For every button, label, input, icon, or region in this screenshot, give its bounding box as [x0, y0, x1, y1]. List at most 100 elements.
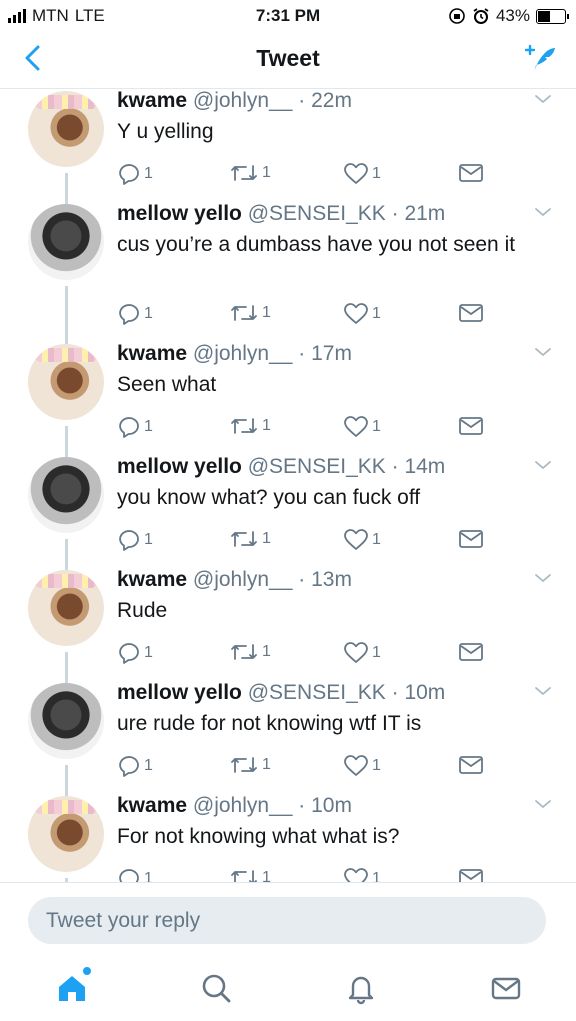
reply-count: 1 [144, 644, 153, 661]
retweet-button[interactable]: 1 [229, 302, 271, 324]
tweet-item[interactable]: mellow yello @SENSEI_KK · 21m cus you’re … [0, 202, 576, 344]
chevron-down-icon[interactable] [534, 572, 552, 584]
retweet-button[interactable]: 1 [229, 641, 271, 663]
reply-button[interactable]: 1 [117, 754, 153, 778]
reply-button[interactable]: 1 [117, 867, 153, 882]
notifications-icon [348, 976, 374, 1005]
like-count: 1 [372, 870, 381, 882]
like-button[interactable]: 1 [343, 162, 381, 186]
author-handle[interactable]: @johlyn__ [193, 89, 293, 112]
like-button[interactable]: 1 [343, 641, 381, 665]
messages-icon [491, 977, 521, 1000]
tweet-text: Y u yelling [117, 120, 214, 143]
envelope-icon [458, 754, 484, 776]
compose-tweet-icon[interactable] [522, 41, 558, 77]
chevron-down-icon[interactable] [534, 459, 552, 471]
envelope-icon [458, 162, 484, 184]
separator-dot: · [292, 794, 312, 817]
retweet-count: 1 [262, 417, 271, 434]
chevron-down-icon[interactable] [534, 346, 552, 358]
author-handle[interactable]: @SENSEI_KK [248, 202, 386, 225]
tweet-actions: 1 1 1 [117, 415, 497, 441]
author-handle[interactable]: @johlyn__ [193, 342, 293, 365]
reply-button[interactable]: 1 [117, 415, 153, 439]
retweet-button[interactable]: 1 [229, 754, 271, 776]
author-name[interactable]: mellow yello [117, 681, 242, 704]
tweet-actions: 1 1 1 [117, 867, 497, 882]
like-count: 1 [372, 531, 381, 548]
chevron-down-icon[interactable] [534, 206, 552, 218]
direct-message-button[interactable] [458, 302, 484, 324]
like-button[interactable]: 1 [343, 867, 381, 882]
like-count: 1 [372, 757, 381, 774]
author-name[interactable]: kwame [117, 568, 187, 591]
author-handle[interactable]: @SENSEI_KK [248, 455, 386, 478]
reply-input[interactable]: Tweet your reply [28, 897, 546, 944]
author-name[interactable]: mellow yello [117, 455, 242, 478]
tab-notifications[interactable] [344, 971, 378, 1005]
like-button[interactable]: 1 [343, 415, 381, 439]
avatar[interactable] [28, 570, 104, 646]
direct-message-button[interactable] [458, 415, 484, 437]
author-handle[interactable]: @SENSEI_KK [248, 681, 386, 704]
avatar[interactable] [28, 683, 104, 759]
tweet-actions: 1 1 1 [117, 641, 497, 667]
tweet-header: mellow yello @SENSEI_KK · 14m [117, 455, 445, 479]
chevron-down-icon[interactable] [534, 685, 552, 697]
like-button[interactable]: 1 [343, 754, 381, 778]
author-name[interactable]: kwame [117, 89, 187, 112]
avatar[interactable] [28, 457, 104, 533]
retweet-button[interactable]: 1 [229, 867, 271, 882]
direct-message-button[interactable] [458, 867, 484, 882]
reply-button[interactable]: 1 [117, 528, 153, 552]
tab-messages[interactable] [489, 971, 523, 1005]
tweet-item[interactable]: kwame @johlyn__ · 22m Y u yelling 1 1 1 [0, 89, 576, 204]
tab-home[interactable] [55, 967, 91, 1005]
avatar[interactable] [28, 796, 104, 872]
retweet-count: 1 [262, 643, 271, 660]
heart-icon [343, 302, 369, 326]
tweet-item[interactable]: mellow yello @SENSEI_KK · 14m you know wh… [0, 455, 576, 570]
separator-dot: · [292, 568, 312, 591]
author-name[interactable]: kwame [117, 794, 187, 817]
envelope-icon [458, 415, 484, 437]
separator-dot: · [292, 342, 312, 365]
chevron-down-icon[interactable] [534, 93, 552, 105]
tweet-item[interactable]: kwame @johlyn__ · 13m Rude 1 1 1 [0, 568, 576, 683]
tab-search[interactable] [199, 971, 233, 1005]
chevron-down-icon[interactable] [534, 798, 552, 810]
heart-icon [343, 867, 369, 882]
like-button[interactable]: 1 [343, 528, 381, 552]
author-name[interactable]: kwame [117, 342, 187, 365]
tweet-time: 14m [404, 455, 446, 478]
retweet-button[interactable]: 1 [229, 528, 271, 550]
retweet-icon [229, 528, 259, 550]
retweet-button[interactable]: 1 [229, 415, 271, 437]
avatar[interactable] [28, 344, 104, 420]
reply-button[interactable]: 1 [117, 302, 153, 326]
author-name[interactable]: mellow yello [117, 202, 242, 225]
author-handle[interactable]: @johlyn__ [193, 568, 293, 591]
heart-icon [343, 162, 369, 186]
direct-message-button[interactable] [458, 162, 484, 184]
reply-icon [117, 754, 141, 778]
direct-message-button[interactable] [458, 754, 484, 776]
tweet-item[interactable]: mellow yello @SENSEI_KK · 10m ure rude fo… [0, 681, 576, 796]
like-count: 1 [372, 305, 381, 322]
reply-button[interactable]: 1 [117, 162, 153, 186]
avatar[interactable] [28, 204, 104, 280]
avatar[interactable] [28, 91, 104, 167]
retweet-count: 1 [262, 756, 271, 773]
reply-count: 1 [144, 165, 153, 182]
tweet-item[interactable]: kwame @johlyn__ · 10m For not knowing wha… [0, 794, 576, 882]
separator-dot: · [292, 89, 312, 112]
retweet-button[interactable]: 1 [229, 162, 271, 184]
like-button[interactable]: 1 [343, 302, 381, 326]
tweet-item[interactable]: kwame @johlyn__ · 17m Seen what 1 1 1 [0, 342, 576, 457]
author-handle[interactable]: @johlyn__ [193, 794, 293, 817]
direct-message-button[interactable] [458, 641, 484, 663]
envelope-icon [458, 302, 484, 324]
reply-button[interactable]: 1 [117, 641, 153, 665]
reply-count: 1 [144, 531, 153, 548]
direct-message-button[interactable] [458, 528, 484, 550]
